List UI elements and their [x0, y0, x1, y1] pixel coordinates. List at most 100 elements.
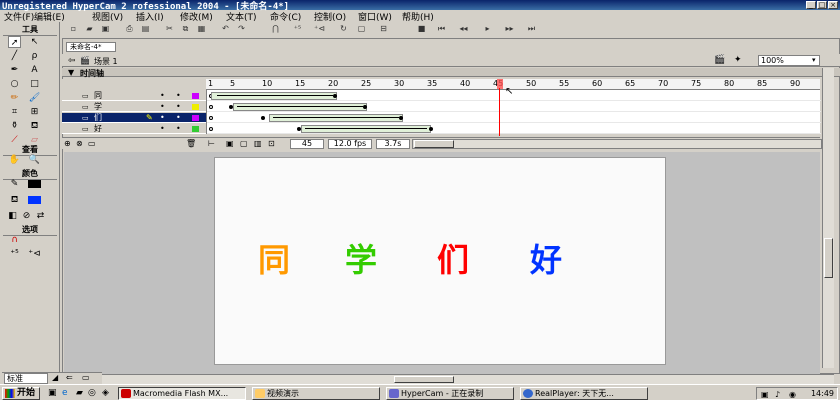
step-forward-icon[interactable]: ▸▸ — [504, 23, 515, 34]
palette-arrows-icon[interactable]: ⇐ — [66, 373, 73, 382]
new-file-icon[interactable]: ▫ — [68, 23, 79, 34]
paste-icon[interactable]: ▦ — [196, 23, 207, 34]
stop-icon[interactable]: ■ — [416, 23, 427, 34]
layer-color-swatch[interactable] — [192, 115, 199, 121]
copy-icon[interactable]: ⧉ — [180, 23, 191, 34]
chevron-down-icon[interactable]: ▾ — [812, 56, 816, 64]
vertical-scrollbar[interactable] — [822, 68, 834, 368]
tray-network-icon[interactable]: ▣ — [761, 389, 769, 400]
edit-multiple-frames-icon[interactable]: ▥ — [254, 139, 262, 148]
brush-tool-icon[interactable]: 🖌 — [28, 92, 41, 104]
edit-scene-icon[interactable]: 🎬 — [714, 55, 725, 65]
keyframe[interactable] — [261, 116, 265, 120]
maximize-button[interactable]: □ — [817, 1, 827, 9]
fill-transform-tool-icon[interactable]: ⊞ — [28, 106, 41, 118]
redo-icon[interactable]: ↷ — [236, 23, 247, 34]
layer-color-swatch[interactable] — [192, 93, 199, 99]
keyframe[interactable] — [363, 105, 367, 109]
fill-color-swatch[interactable] — [28, 196, 41, 204]
stage-char-tong[interactable]: 同 — [258, 235, 290, 281]
stroke-color-icon[interactable]: ✎ — [8, 178, 21, 190]
zoom-select[interactable]: 100% — [758, 55, 820, 66]
oval-tool-icon[interactable]: ○ — [8, 78, 21, 90]
quicklaunch-media-icon[interactable]: ◎ — [88, 388, 96, 398]
rotate-icon[interactable]: ↻ — [338, 23, 349, 34]
scroll-thumb[interactable] — [414, 140, 454, 148]
pen-tool-icon[interactable]: ✒ — [8, 64, 21, 76]
quicklaunch-icon[interactable]: ◈ — [102, 388, 109, 398]
palette-toggle-icon[interactable]: ◢ — [52, 373, 58, 382]
insert-folder-icon[interactable]: ▭ — [88, 139, 96, 148]
add-layer-icon[interactable]: ⊕ — [64, 139, 71, 148]
free-transform-tool-icon[interactable]: ⌗ — [8, 106, 21, 118]
layer-row[interactable]: ▭ 好 • • — [62, 124, 206, 134]
edit-symbol-icon[interactable]: ✦ — [734, 55, 742, 65]
arrow-tool-icon[interactable]: ➚ — [8, 36, 21, 48]
rectangle-tool-icon[interactable]: □ — [28, 78, 41, 90]
go-to-end-icon[interactable]: ⏭ — [526, 23, 537, 34]
task-hypercam[interactable]: HyperCam - 正在录制 — [386, 387, 514, 400]
horizontal-scrollbar[interactable] — [64, 374, 834, 384]
layer-color-swatch[interactable] — [192, 126, 199, 132]
zoom-tool-icon[interactable]: 🔍 — [28, 154, 41, 166]
minimize-button[interactable]: _ — [806, 1, 816, 9]
no-color-icon[interactable]: ⊘ — [20, 210, 33, 222]
save-icon[interactable]: ▣ — [100, 23, 111, 34]
pencil-tool-icon[interactable]: ✏ — [8, 92, 21, 104]
fill-color-icon[interactable]: ⛾ — [8, 194, 21, 206]
layer-row[interactable]: ▭ 学 • • — [62, 102, 206, 112]
print-icon[interactable]: ⎙ — [124, 23, 135, 34]
timeline-hscroll[interactable] — [412, 139, 822, 149]
motion-tween[interactable] — [301, 125, 431, 133]
frame-row[interactable] — [207, 91, 821, 101]
keyframe[interactable] — [333, 94, 337, 98]
paint-bucket-tool-icon[interactable]: ⛾ — [28, 120, 41, 132]
task-realplayer[interactable]: RealPlayer: 天下无... — [520, 387, 648, 400]
undo-icon[interactable]: ↶ — [220, 23, 231, 34]
start-button[interactable]: 开始 — [2, 387, 40, 400]
line-tool-icon[interactable]: ╱ — [8, 50, 21, 62]
quicklaunch-ie-icon[interactable]: e — [62, 388, 68, 398]
document-tab[interactable]: 未命名-4* — [66, 42, 116, 52]
print-preview-icon[interactable]: ▤ — [140, 23, 151, 34]
swap-colors-icon[interactable]: ⇄ — [34, 210, 47, 222]
collapse-triangle-icon[interactable]: ▼ — [68, 68, 74, 77]
keyframe[interactable] — [209, 127, 213, 131]
trash-icon[interactable]: 🗑 — [186, 139, 196, 148]
straighten-option-icon[interactable]: ⁺⊲ — [28, 248, 41, 260]
timeline-header[interactable]: ▼ 时间轴 — [62, 68, 840, 78]
text-tool-icon[interactable]: A — [28, 64, 41, 76]
onion-outline-icon[interactable]: ▢ — [240, 139, 248, 148]
close-button[interactable]: × — [828, 1, 838, 9]
layer-row-selected[interactable]: ▭ 们 ✎ • • — [62, 113, 206, 123]
layer-row[interactable]: ▭ 同 • • — [62, 91, 206, 101]
snap-to-objects-icon[interactable]: ∩ — [8, 234, 21, 246]
cut-icon[interactable]: ✂ — [164, 23, 175, 34]
clock[interactable]: 14:49 — [811, 389, 834, 398]
stage-char-men[interactable]: 们 — [437, 235, 469, 281]
task-folder[interactable]: 视频演示 — [252, 387, 380, 400]
smooth-option-icon[interactable]: ⁺⁵ — [8, 248, 21, 260]
frame-row[interactable] — [207, 102, 821, 112]
scale-icon[interactable]: ▢ — [356, 23, 367, 34]
task-flash[interactable]: Macromedia Flash MX... — [118, 387, 246, 400]
layer-color-swatch[interactable] — [192, 104, 199, 110]
quicklaunch-folder-icon[interactable]: ▰ — [76, 388, 83, 398]
motion-tween[interactable] — [269, 114, 403, 122]
scroll-thumb[interactable] — [824, 238, 833, 278]
keyframe[interactable] — [429, 127, 433, 131]
keyframe[interactable] — [209, 116, 213, 120]
step-back-icon[interactable]: ◂◂ — [458, 23, 469, 34]
frame-row[interactable] — [207, 113, 821, 123]
stage-char-hao[interactable]: 好 — [530, 235, 562, 281]
ink-bottle-tool-icon[interactable]: ⚱ — [8, 120, 21, 132]
rewind-icon[interactable]: ⏮ — [436, 23, 447, 34]
hand-tool-icon[interactable]: ✋ — [8, 154, 21, 166]
quicklaunch-desktop-icon[interactable]: ▣ — [48, 388, 57, 398]
add-guide-layer-icon[interactable]: ⊗ — [76, 139, 83, 148]
play-icon[interactable]: ▸ — [482, 23, 493, 34]
modify-onion-markers-icon[interactable]: ⊡ — [268, 139, 275, 148]
stage-char-xue[interactable]: 学 — [345, 235, 377, 281]
tray-volume-icon[interactable]: ♪ — [775, 389, 780, 400]
palette-tab[interactable]: 标准 — [4, 373, 48, 384]
